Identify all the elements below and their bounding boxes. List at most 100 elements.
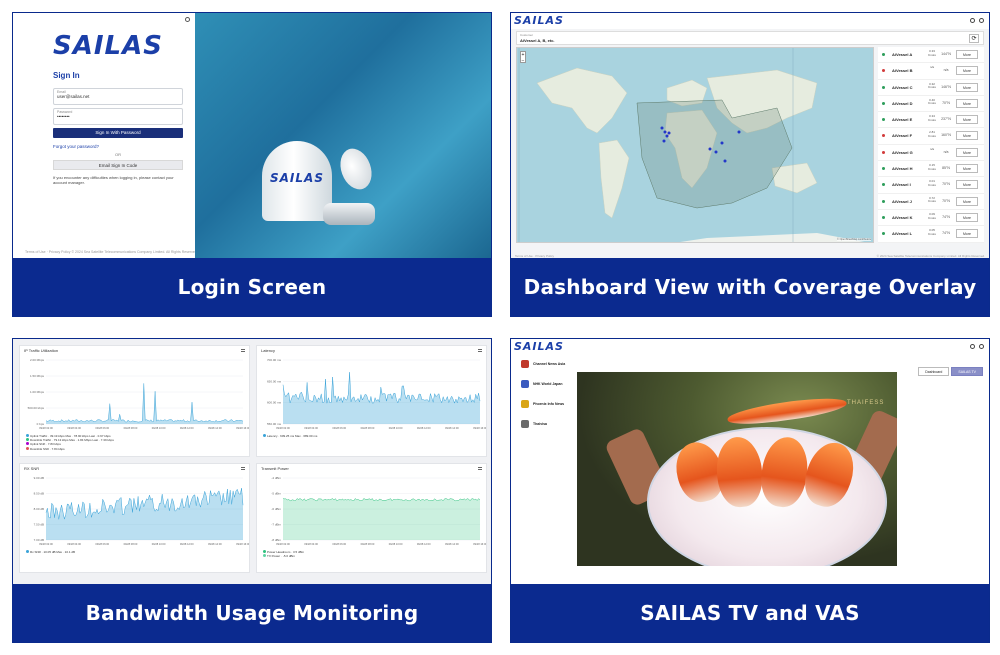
vessel-row[interactable]: AiVessel A 0.33 Knots 144°N More (878, 47, 984, 64)
chart-rx-snr: RX SNR 9.00 dB 8.50 dB 8.00 dB 7.50 dB 7.00 d… (19, 463, 250, 573)
vessel-row[interactable]: AiVessel H 0.15 Knots 85°N More (878, 161, 984, 178)
tab-dashboard[interactable]: Dashboard (918, 367, 950, 376)
legend-item[interactable]: TX Power · -5.0 dBm (263, 554, 304, 558)
x-tick-label: 09/28 04:00 (304, 542, 318, 546)
vessel-more-button[interactable]: More (956, 98, 978, 108)
chart-legend: Uplink Traffic · 39.19 kbps Max · 78.90 … (26, 434, 114, 451)
dashboard-topbar: SAILAS (511, 13, 989, 29)
x-tick-label: 09/28 10:00 (152, 426, 166, 430)
vessel-row[interactable]: AiVessel C 0.32 Knots 146°N More (878, 80, 984, 96)
channel-item[interactable]: Phoenix Info News (511, 395, 577, 415)
channel-item[interactable]: NHK World Japan (511, 375, 577, 395)
vessel-more-button[interactable]: More (956, 115, 978, 125)
or-divider: OR (115, 152, 121, 157)
password-field[interactable]: Password •••••••• (53, 108, 183, 125)
vessel-row[interactable]: AiVessel L 0.05 Knots 74°N More (878, 226, 984, 243)
email-code-button[interactable]: Email Sign In Code (53, 160, 183, 170)
login-help-text: If you encounter any difficulties when l… (53, 175, 174, 186)
legend-label: Downlink Shift · 7.84 kbps (30, 446, 65, 451)
tv-topbar: SAILAS (511, 339, 989, 355)
vessel-speed: 0.72 Knots (928, 195, 936, 204)
vessel-heading: 74°N (942, 231, 950, 236)
caption-dashboard: Dashboard View with Coverage Overlay (511, 258, 989, 316)
vessel-heading: 160°N (941, 133, 951, 138)
vessel-name: AiVessel J (892, 198, 912, 204)
vessel-more-button[interactable]: More (956, 66, 978, 76)
vessel-speed: n/a (929, 146, 935, 151)
vessel-speed: 0.34 Knots (928, 114, 936, 122)
y-tick-label: 500.00 kbps (28, 406, 45, 410)
vessel-heading: n/a (943, 149, 949, 154)
vessel-more-button[interactable]: More (956, 196, 978, 206)
y-tick-label: 9.00 dB (34, 476, 44, 480)
vessel-row[interactable]: AiVessel J 0.72 Knots 70°N More (878, 194, 984, 210)
dome-logo: SAILAS (270, 171, 324, 185)
vessel-status-dot (882, 199, 885, 203)
forgot-password-link[interactable]: Forgot your password? (53, 144, 183, 149)
vessel-name: AiVessel A (892, 52, 913, 57)
refresh-icon[interactable]: ⟳ (969, 34, 979, 43)
vessel-more-button[interactable]: More (956, 131, 978, 141)
series-area (46, 488, 243, 540)
zoom-controls[interactable]: + − (520, 51, 526, 64)
tab-sailas-tv[interactable]: SAILAS TV (951, 367, 983, 376)
customer-filter[interactable]: Customer AiVessel A, B, etc. ⟳ (516, 31, 984, 45)
dashboard-screenshot: SAILAS Customer AiVessel A, B, etc. ⟳ + … (511, 13, 989, 260)
y-tick-label: 2.00 Mbps (30, 358, 45, 362)
sign-in-button[interactable]: Sign In With Password (53, 128, 183, 138)
vessel-heading: 237°N (941, 117, 951, 122)
customer-filter-value: AiVessel A, B, etc. (520, 38, 555, 43)
series-area (283, 498, 480, 540)
y-tick-label: 650.00 ms (267, 379, 282, 383)
x-tick-label: 09/28 14:00 (208, 542, 222, 546)
legend-item[interactable]: Latency · 609.25 ms Max · 689.00 ms (263, 434, 317, 438)
email-field[interactable]: Email user@sailas.net (53, 88, 183, 105)
vessel-more-button[interactable]: More (956, 164, 978, 174)
y-tick-label: -7 dBm (271, 523, 281, 527)
x-tick-label: 09/28 02:00 (276, 426, 290, 430)
x-tick-label: 09/28 10:00 (152, 542, 166, 546)
vessel-more-button[interactable]: More (956, 180, 978, 190)
user-icon[interactable] (979, 18, 984, 23)
settings-icon[interactable] (970, 344, 975, 349)
vessel-status-dot (882, 134, 885, 138)
vessel-row[interactable]: AiVessel I 0.01 Knots 70°N More (878, 177, 984, 194)
vessel-more-button[interactable]: More (956, 82, 978, 92)
settings-icon[interactable] (185, 17, 190, 22)
channel-item[interactable]: Thaivisa (511, 415, 577, 435)
legend-swatch (263, 554, 266, 558)
legend-item[interactable]: Downlink Shift · 7.84 kbps (26, 446, 114, 451)
vessel-status-dot (882, 215, 885, 219)
login-form-area: SAILAS Sign In Email user@sailas.net Pas… (13, 13, 195, 260)
vessel-heading: 85°N (942, 166, 950, 171)
x-tick-label: 09/28 06:00 (332, 426, 346, 430)
vessel-row[interactable]: AiVessel G n/a n/a More (878, 145, 984, 162)
vessel-more-button[interactable]: More (956, 147, 978, 157)
vessel-more-button[interactable]: More (956, 229, 978, 239)
y-tick-label: -8 dBm (271, 538, 281, 542)
legend-item[interactable]: Rx SNR · 10.05 dB Max · 10.1 dB (26, 550, 75, 554)
vessel-row[interactable]: AiVessel D 0.40 Knots 70°N More (878, 96, 984, 113)
vessel-row[interactable]: AiVessel E 0.34 Knots 237°N More (878, 112, 984, 129)
vessel-row[interactable]: AiVessel K 0.09 Knots 74°N More (878, 210, 984, 227)
caption-login: Login Screen (13, 258, 491, 316)
vessel-speed: n/a (929, 65, 935, 70)
vessel-row[interactable]: AiVessel F 2.81 Knots 160°N More (878, 128, 984, 145)
vessel-row[interactable]: AiVessel B n/a n/a More (878, 63, 984, 80)
vessel-speed: 0.33 Knots (928, 49, 936, 57)
channel-list: Channel News Asia NHK World Japan Phoenix … (511, 355, 577, 586)
settings-icon[interactable] (970, 18, 975, 23)
antenna-dome: SAILAS (262, 141, 332, 221)
user-icon[interactable] (979, 344, 984, 349)
tv-video-player[interactable]: THAIFESS (577, 372, 897, 566)
x-tick-label: 09/28 04:00 (67, 426, 81, 430)
vessel-more-button[interactable]: More (956, 50, 978, 59)
channel-item[interactable]: Channel News Asia (511, 355, 577, 375)
x-tick-label: 09/28 12:00 (417, 542, 431, 546)
x-tick-label: 09/28 12:00 (417, 426, 431, 430)
vessel-status-dot (882, 53, 885, 56)
coverage-map[interactable]: + − © OpenStreetMap contributors (516, 47, 874, 243)
legend-label: Uplink Shift · 7.83 kbps (30, 442, 61, 447)
vessel-more-button[interactable]: More (956, 212, 978, 222)
x-tick-label: 09/28 06:00 (332, 542, 346, 546)
